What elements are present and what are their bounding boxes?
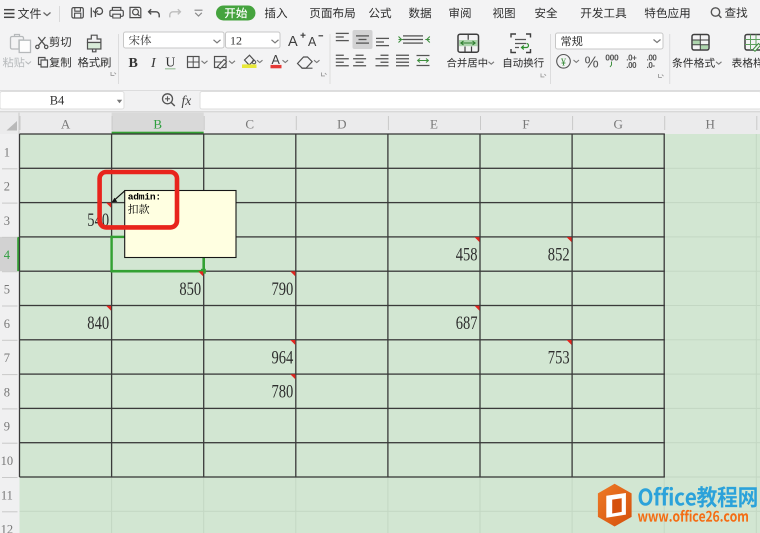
svg-text:A: A [272, 53, 281, 67]
svg-text:5: 5 [4, 283, 10, 297]
svg-text:458: 458 [456, 246, 478, 266]
svg-text:850: 850 [179, 280, 201, 300]
svg-text:8: 8 [4, 385, 10, 399]
svg-text:B: B [153, 117, 162, 132]
svg-text:000: 000 [605, 53, 619, 63]
svg-text:¥: ¥ [561, 57, 567, 68]
svg-text:C: C [245, 117, 254, 132]
svg-text:12: 12 [1, 523, 14, 533]
svg-text:11: 11 [1, 488, 13, 502]
svg-text:A: A [61, 117, 71, 132]
svg-text:12: 12 [230, 33, 242, 47]
svg-text:1: 1 [4, 145, 10, 159]
svg-text:U: U [166, 55, 176, 70]
svg-text:B: B [129, 56, 138, 71]
svg-text:790: 790 [272, 280, 294, 300]
svg-text:H: H [706, 117, 715, 132]
svg-text:840: 840 [87, 314, 109, 334]
svg-text:2: 2 [4, 180, 10, 194]
svg-text:753: 753 [548, 348, 570, 368]
svg-text:%: % [585, 55, 599, 72]
svg-text:10: 10 [1, 454, 14, 468]
svg-text:F: F [522, 117, 529, 132]
svg-text:687: 687 [456, 314, 478, 334]
svg-text:780: 780 [272, 383, 294, 403]
svg-text:.0-: .0- [647, 61, 656, 70]
svg-text:D: D [337, 117, 346, 132]
svg-text:964: 964 [272, 348, 294, 368]
svg-text:3: 3 [4, 214, 10, 228]
svg-text:6: 6 [4, 317, 10, 331]
svg-text:fx: fx [182, 93, 192, 108]
svg-text:.00: .00 [626, 61, 637, 70]
svg-text:852: 852 [548, 246, 570, 266]
svg-text:4: 4 [4, 248, 11, 262]
svg-text:admin:: admin: [128, 191, 161, 202]
svg-text:7: 7 [4, 351, 10, 365]
svg-text:E: E [430, 117, 438, 132]
svg-text:B4: B4 [50, 94, 65, 108]
svg-text:A: A [308, 35, 317, 49]
svg-text:G: G [613, 117, 622, 132]
svg-text:A: A [288, 34, 298, 50]
svg-text:9: 9 [4, 420, 10, 434]
